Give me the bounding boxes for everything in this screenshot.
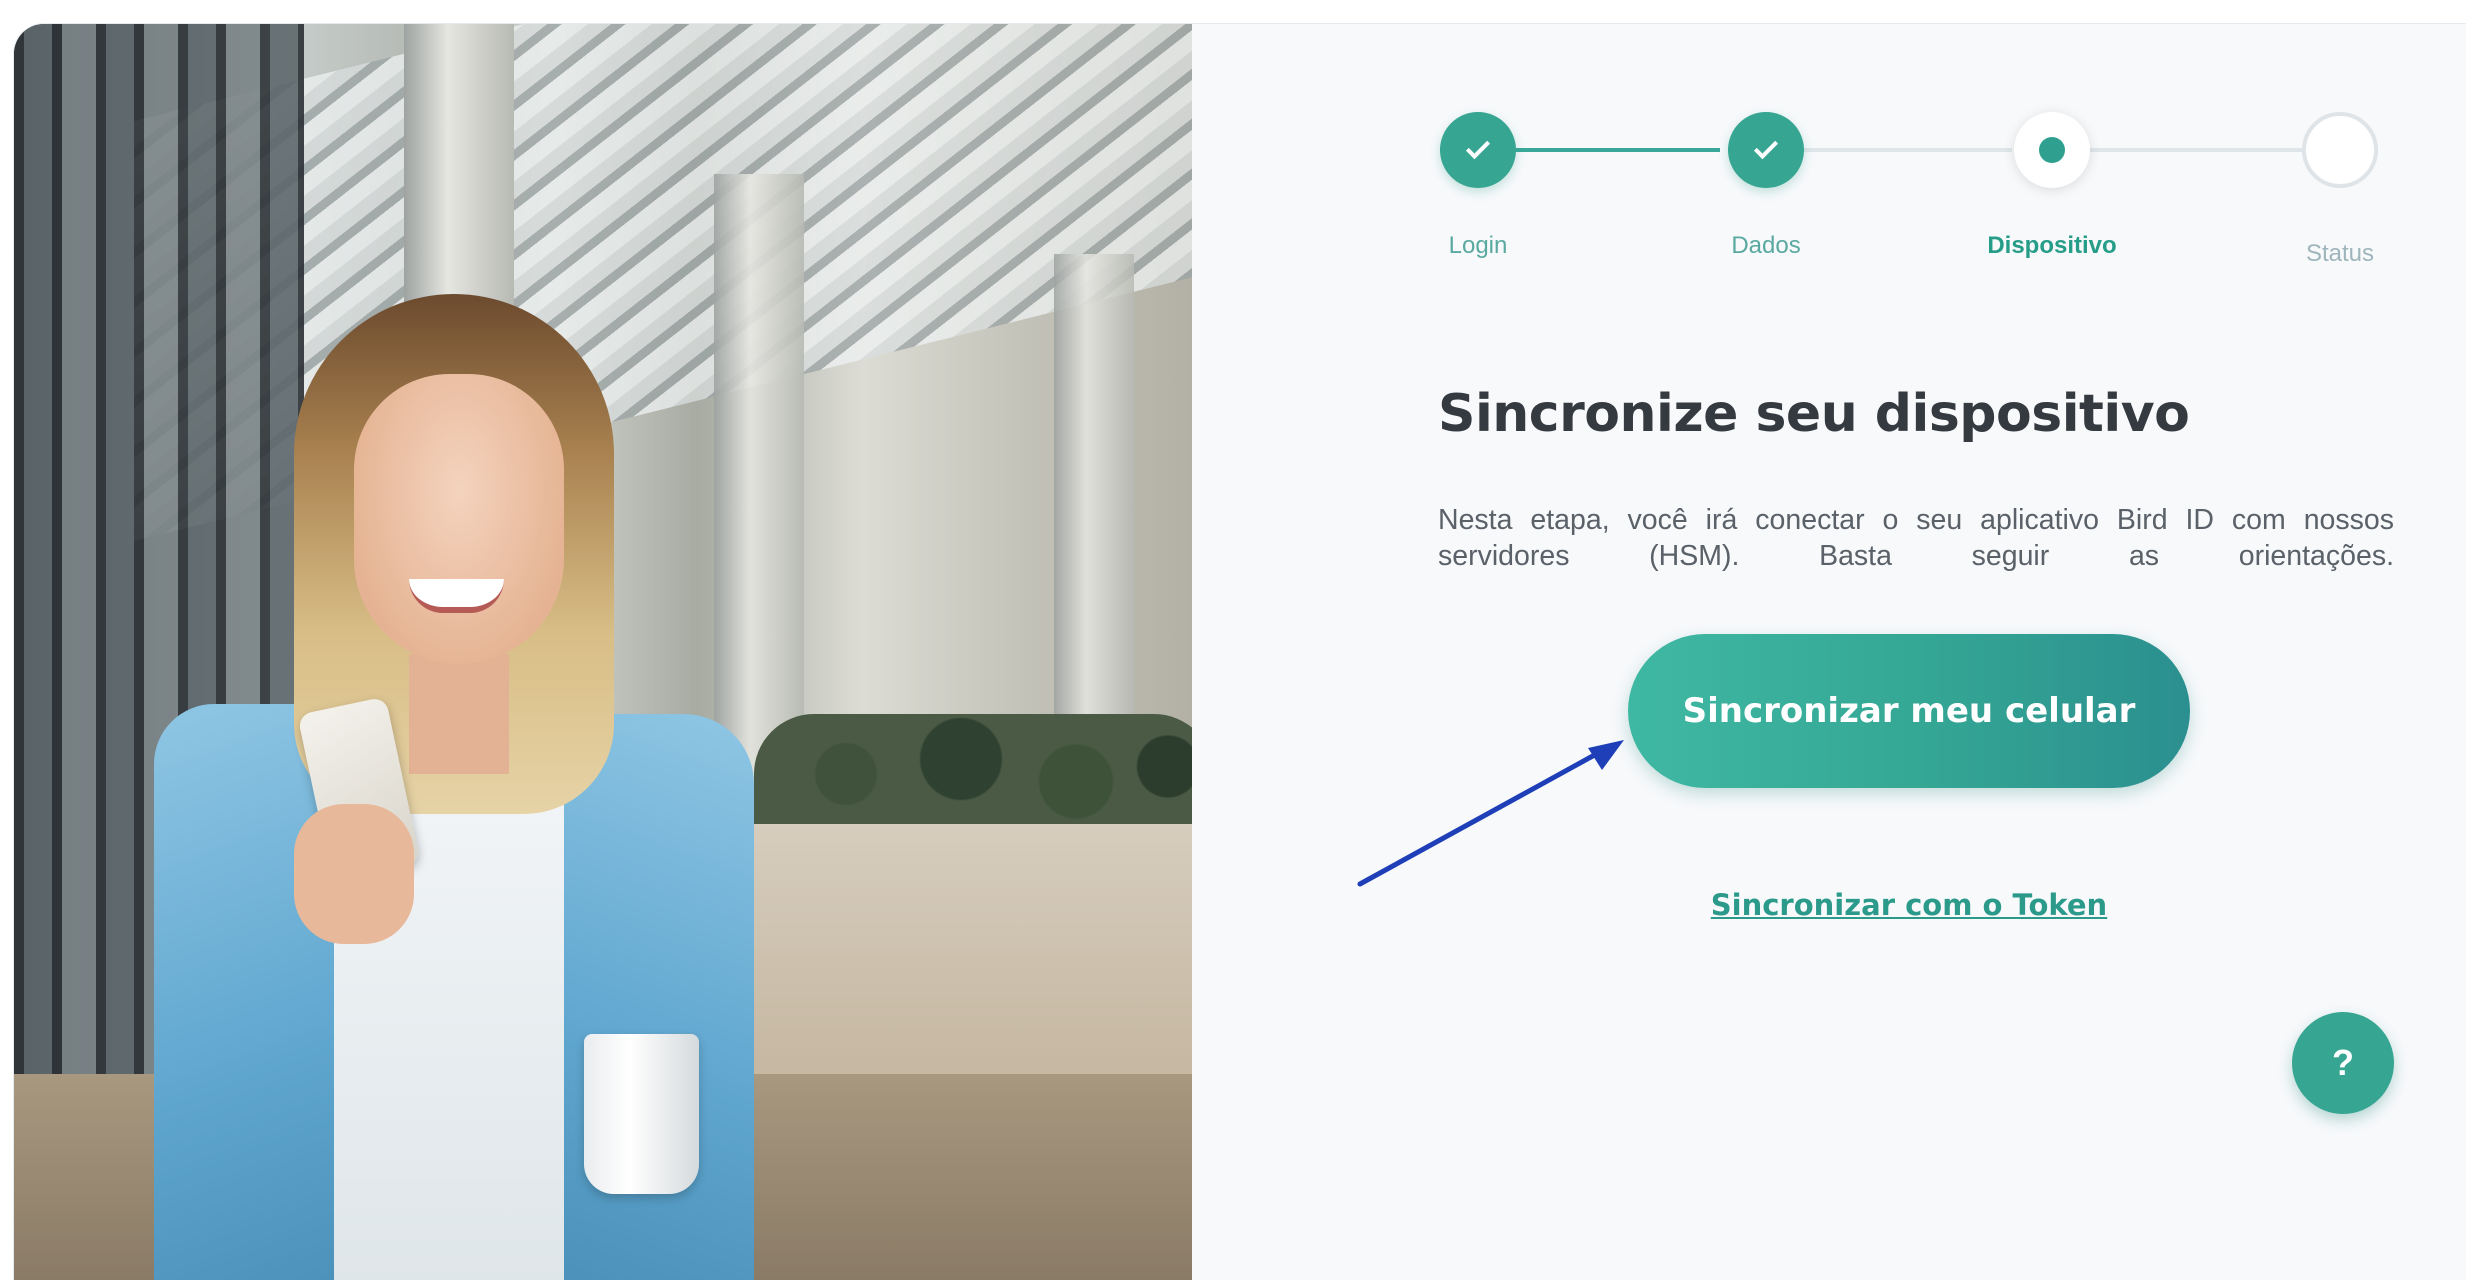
woman-with-phone-illustration (144, 274, 764, 1280)
step-dispositivo-indicator (2014, 112, 2090, 188)
step-dados-indicator (1728, 112, 1804, 188)
page-description: Nesta etapa, você irá conectar o seu apl… (1438, 504, 2394, 572)
hand (294, 804, 414, 944)
check-icon (1753, 135, 1779, 160)
step-login-label: Login (1448, 232, 1508, 259)
step-dados-label: Dados (1731, 232, 1801, 259)
step-dispositivo-label: Dispositivo (1987, 232, 2117, 259)
step-status-indicator (2302, 112, 2378, 188)
face (354, 374, 564, 664)
current-step-dot-icon (2039, 137, 2065, 163)
help-button[interactable]: ? (2292, 1012, 2394, 1114)
step-login-indicator (1440, 112, 1516, 188)
sync-token-link[interactable]: Sincronizar com o Token (1638, 888, 2180, 922)
app-window: Login Dados Dispositivo Status Sincroniz… (14, 24, 2466, 1280)
step-status-label: Status (2305, 240, 2375, 267)
neck (409, 654, 509, 774)
check-icon (1465, 135, 1491, 160)
progress-stepper: Login Dados Dispositivo Status (1192, 24, 2466, 284)
page-title: Sincronize seu dispositivo (1438, 384, 2190, 444)
coffee-cup (584, 1034, 699, 1194)
hero-photo (14, 24, 1192, 1280)
sync-panel: Login Dados Dispositivo Status Sincroniz… (1192, 24, 2466, 1280)
sync-phone-button[interactable]: Sincronizar meu celular (1628, 634, 2190, 788)
